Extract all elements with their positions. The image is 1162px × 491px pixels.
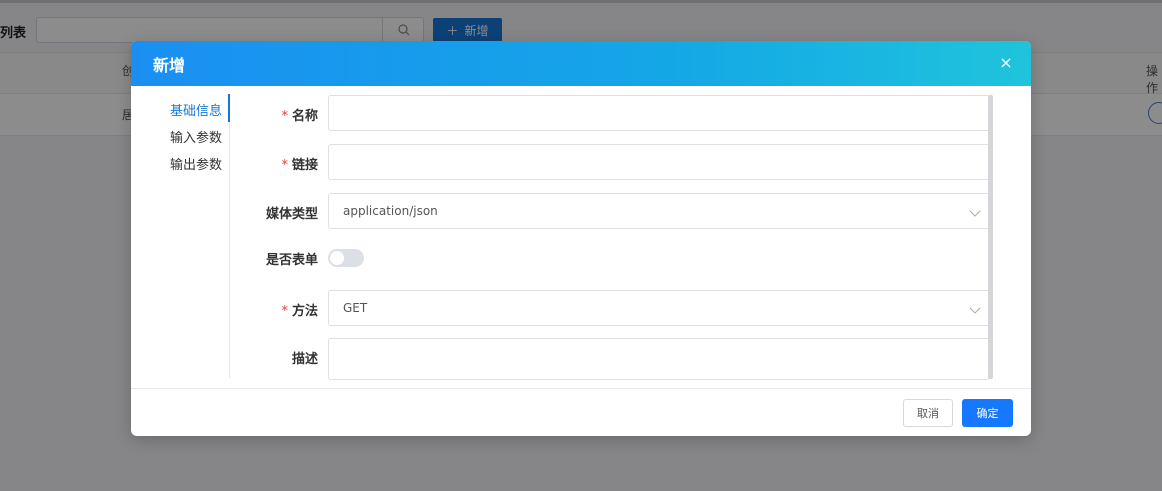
required-mark: * — [281, 158, 288, 173]
media-type-label: 媒体类型 — [265, 207, 318, 222]
link-input[interactable] — [328, 144, 990, 180]
method-label: * 方法 — [281, 304, 318, 319]
side-nav: 基础信息 输入参数 输出参数 — [131, 94, 230, 378]
chevron-down-icon — [969, 205, 981, 217]
media-type-value: application/json — [343, 204, 438, 218]
toggle-knob — [330, 251, 344, 265]
media-type-select[interactable]: application/json — [328, 193, 990, 229]
is-form-toggle[interactable] — [328, 249, 364, 267]
chevron-down-icon — [969, 302, 981, 314]
form-scrollbar[interactable] — [988, 95, 993, 379]
side-nav-basic-info[interactable]: 基础信息 — [170, 100, 222, 119]
side-nav-output-params[interactable]: 输出参数 — [170, 154, 222, 173]
close-icon[interactable]: × — [997, 54, 1015, 72]
dialog-title: 新增 — [153, 55, 186, 75]
dialog-header: 新增 × — [131, 41, 1031, 86]
description-label: 描述 — [291, 352, 318, 367]
name-label: * 名称 — [281, 109, 318, 124]
cancel-button[interactable]: 取消 — [903, 399, 953, 427]
side-nav-input-params[interactable]: 输入参数 — [170, 127, 222, 146]
method-value: GET — [343, 301, 368, 315]
required-mark: * — [281, 109, 288, 124]
dialog-footer: 取消 确定 — [131, 388, 1031, 436]
required-mark: * — [281, 304, 288, 319]
dialog-body: 基础信息 输入参数 输出参数 * 名称 * 链接 媒体类型 application/… — [131, 86, 1031, 388]
basic-info-form: * 名称 * 链接 媒体类型 application/json 是否表单 * 方… — [230, 86, 1000, 388]
link-label: * 链接 — [281, 158, 318, 173]
description-textarea[interactable] — [328, 338, 990, 380]
confirm-button[interactable]: 确定 — [962, 399, 1013, 427]
is-form-label: 是否表单 — [265, 253, 318, 268]
name-input[interactable] — [328, 95, 990, 131]
method-select[interactable]: GET — [328, 290, 990, 326]
add-dialog: 新增 × 基础信息 输入参数 输出参数 * 名称 * 链接 媒体类型 appli… — [131, 41, 1031, 436]
